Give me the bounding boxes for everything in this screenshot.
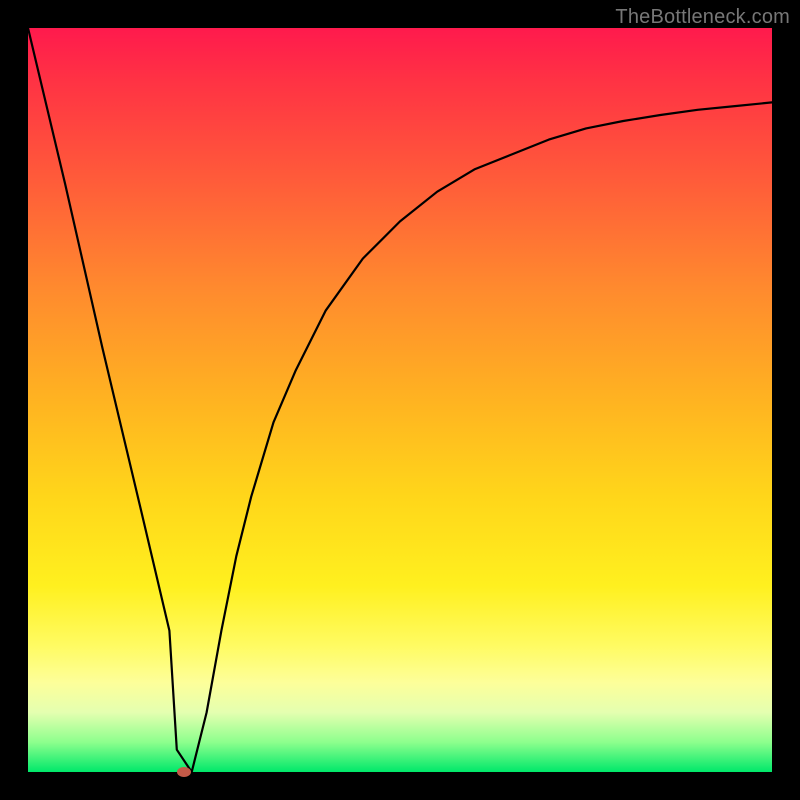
min-marker bbox=[177, 767, 191, 777]
bottleneck-curve-path bbox=[28, 28, 772, 772]
chart-frame: TheBottleneck.com bbox=[0, 0, 800, 800]
curve-svg bbox=[28, 28, 772, 772]
watermark-text: TheBottleneck.com bbox=[615, 6, 790, 29]
plot-area bbox=[28, 28, 772, 772]
